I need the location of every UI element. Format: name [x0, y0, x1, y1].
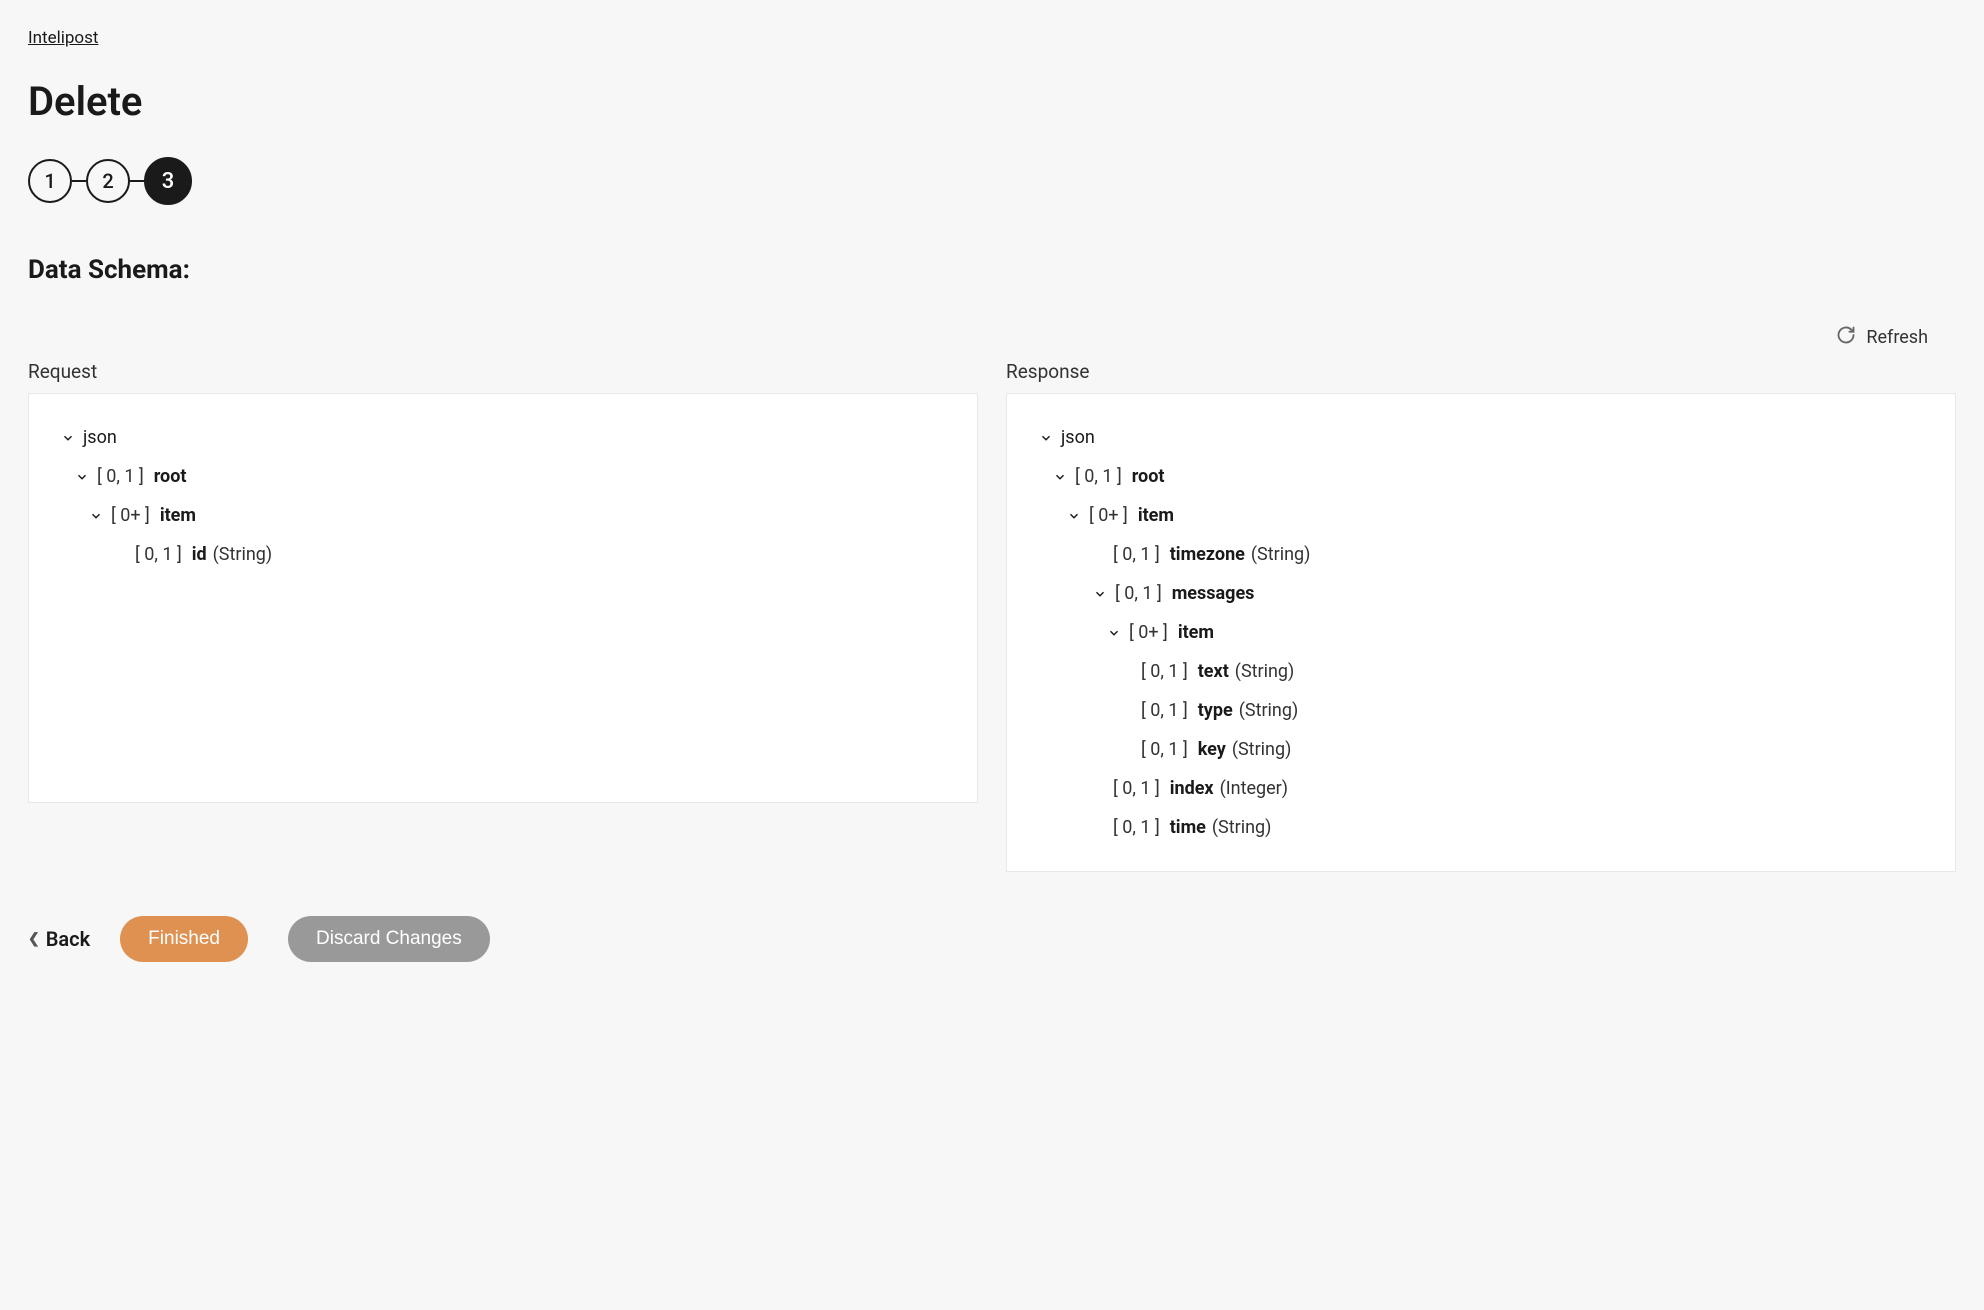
response-panel-label: Response	[1006, 360, 1956, 383]
chevron-left-icon: ❮	[28, 931, 40, 947]
occurrence: [ 0+ ]	[111, 502, 150, 529]
occurrence: [ 0+ ]	[1089, 502, 1128, 529]
stepper: 1 2 3	[28, 157, 1956, 205]
node-type: (String)	[1212, 814, 1272, 841]
node-type: (String)	[1235, 658, 1295, 685]
step-2[interactable]: 2	[86, 159, 130, 203]
response-panel: json[ 0, 1 ] root[ 0+ ] item[ 0, 1 ] tim…	[1006, 393, 1956, 872]
occurrence: [ 0, 1 ]	[1141, 658, 1188, 685]
refresh-label: Refresh	[1866, 327, 1928, 348]
node-name: item	[1138, 502, 1174, 529]
chevron-down-icon[interactable]	[1051, 468, 1069, 486]
occurrence: [ 0, 1 ]	[1141, 736, 1188, 763]
node-name: time	[1170, 814, 1206, 841]
tree-row[interactable]: [ 0, 1 ] index (Integer)	[1027, 769, 1935, 808]
occurrence: [ 0, 1 ]	[1115, 580, 1162, 607]
request-panel: json[ 0, 1 ] root[ 0+ ] item[ 0, 1 ] id …	[28, 393, 978, 803]
section-title: Data Schema:	[28, 255, 1956, 285]
back-button[interactable]: ❮ Back	[28, 927, 90, 951]
tree-row[interactable]: [ 0, 1 ] key (String)	[1027, 730, 1935, 769]
chevron-down-icon[interactable]	[59, 429, 77, 447]
tree-row[interactable]: [ 0, 1 ] root	[49, 457, 957, 496]
node-name: timezone	[1170, 541, 1245, 568]
step-3[interactable]: 3	[144, 157, 192, 205]
node-type: (String)	[1232, 736, 1292, 763]
node-name: key	[1198, 736, 1226, 763]
node-type: (String)	[1239, 697, 1299, 724]
chevron-down-icon[interactable]	[1091, 585, 1109, 603]
node-name: type	[1198, 697, 1233, 724]
node-type: (Integer)	[1220, 775, 1288, 802]
tree-row[interactable]: [ 0, 1 ] text (String)	[1027, 652, 1935, 691]
occurrence: [ 0, 1 ]	[1113, 775, 1160, 802]
breadcrumb-link[interactable]: Intelipost	[28, 28, 98, 48]
node-type: (String)	[213, 541, 273, 568]
chevron-down-icon[interactable]	[1105, 624, 1123, 642]
occurrence: [ 0, 1 ]	[1113, 541, 1160, 568]
node-name: item	[1178, 619, 1214, 646]
node-name: text	[1198, 658, 1229, 685]
tree-row[interactable]: [ 0, 1 ] time (String)	[1027, 808, 1935, 847]
request-panel-label: Request	[28, 360, 978, 383]
node-name: root	[154, 463, 187, 490]
refresh-button[interactable]: Refresh	[1836, 325, 1928, 350]
finished-button[interactable]: Finished	[120, 916, 248, 962]
chevron-down-icon[interactable]	[1037, 429, 1055, 447]
back-label: Back	[46, 927, 90, 951]
occurrence: [ 0, 1 ]	[97, 463, 144, 490]
node-name: json	[1061, 424, 1095, 451]
tree-row[interactable]: [ 0+ ] item	[49, 496, 957, 535]
tree-row[interactable]: json	[1027, 418, 1935, 457]
node-type: (String)	[1251, 541, 1311, 568]
node-name: json	[83, 424, 117, 451]
refresh-icon	[1836, 325, 1856, 350]
step-connector	[130, 180, 144, 182]
node-name: item	[160, 502, 196, 529]
node-name: index	[1170, 775, 1214, 802]
chevron-down-icon[interactable]	[87, 507, 105, 525]
occurrence: [ 0, 1 ]	[135, 541, 182, 568]
chevron-down-icon[interactable]	[1065, 507, 1083, 525]
occurrence: [ 0, 1 ]	[1075, 463, 1122, 490]
tree-row[interactable]: [ 0, 1 ] messages	[1027, 574, 1935, 613]
tree-row[interactable]: [ 0, 1 ] root	[1027, 457, 1935, 496]
occurrence: [ 0+ ]	[1129, 619, 1168, 646]
occurrence: [ 0, 1 ]	[1113, 814, 1160, 841]
tree-row[interactable]: json	[49, 418, 957, 457]
tree-row[interactable]: [ 0, 1 ] timezone (String)	[1027, 535, 1935, 574]
tree-row[interactable]: [ 0+ ] item	[1027, 613, 1935, 652]
step-1[interactable]: 1	[28, 159, 72, 203]
step-connector	[72, 180, 86, 182]
node-name: messages	[1172, 580, 1255, 607]
tree-row[interactable]: [ 0, 1 ] type (String)	[1027, 691, 1935, 730]
node-name: root	[1132, 463, 1165, 490]
chevron-down-icon[interactable]	[73, 468, 91, 486]
page-title: Delete	[28, 78, 1956, 125]
node-name: id	[192, 541, 207, 568]
occurrence: [ 0, 1 ]	[1141, 697, 1188, 724]
discard-changes-button[interactable]: Discard Changes	[288, 916, 490, 962]
tree-row[interactable]: [ 0, 1 ] id (String)	[49, 535, 957, 574]
tree-row[interactable]: [ 0+ ] item	[1027, 496, 1935, 535]
